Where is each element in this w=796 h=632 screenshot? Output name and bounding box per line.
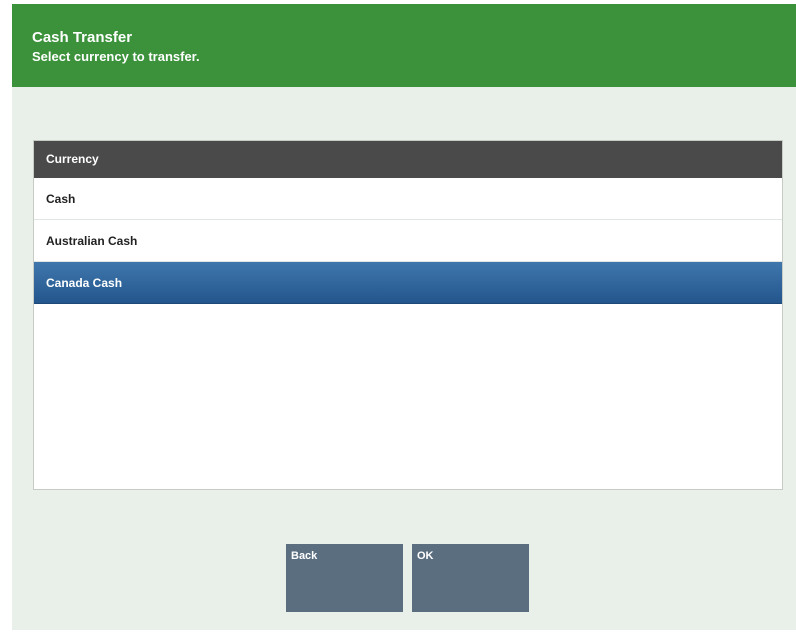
currency-column-header: Currency xyxy=(34,141,782,178)
page-subtitle: Select currency to transfer. xyxy=(32,49,200,64)
page-title: Cash Transfer xyxy=(32,29,133,46)
currency-list: Currency Cash Australian Cash Canada Cas… xyxy=(33,140,783,490)
ok-button[interactable]: OK xyxy=(412,544,529,612)
cash-transfer-window: Cash Transfer Select currency to transfe… xyxy=(12,4,796,630)
list-item-cash[interactable]: Cash xyxy=(34,178,782,220)
list-item-canada-cash[interactable]: Canada Cash xyxy=(34,262,782,304)
header-bar: Cash Transfer Select currency to transfe… xyxy=(12,4,796,87)
list-item-australian-cash[interactable]: Australian Cash xyxy=(34,220,782,262)
back-button[interactable]: Back xyxy=(286,544,403,612)
